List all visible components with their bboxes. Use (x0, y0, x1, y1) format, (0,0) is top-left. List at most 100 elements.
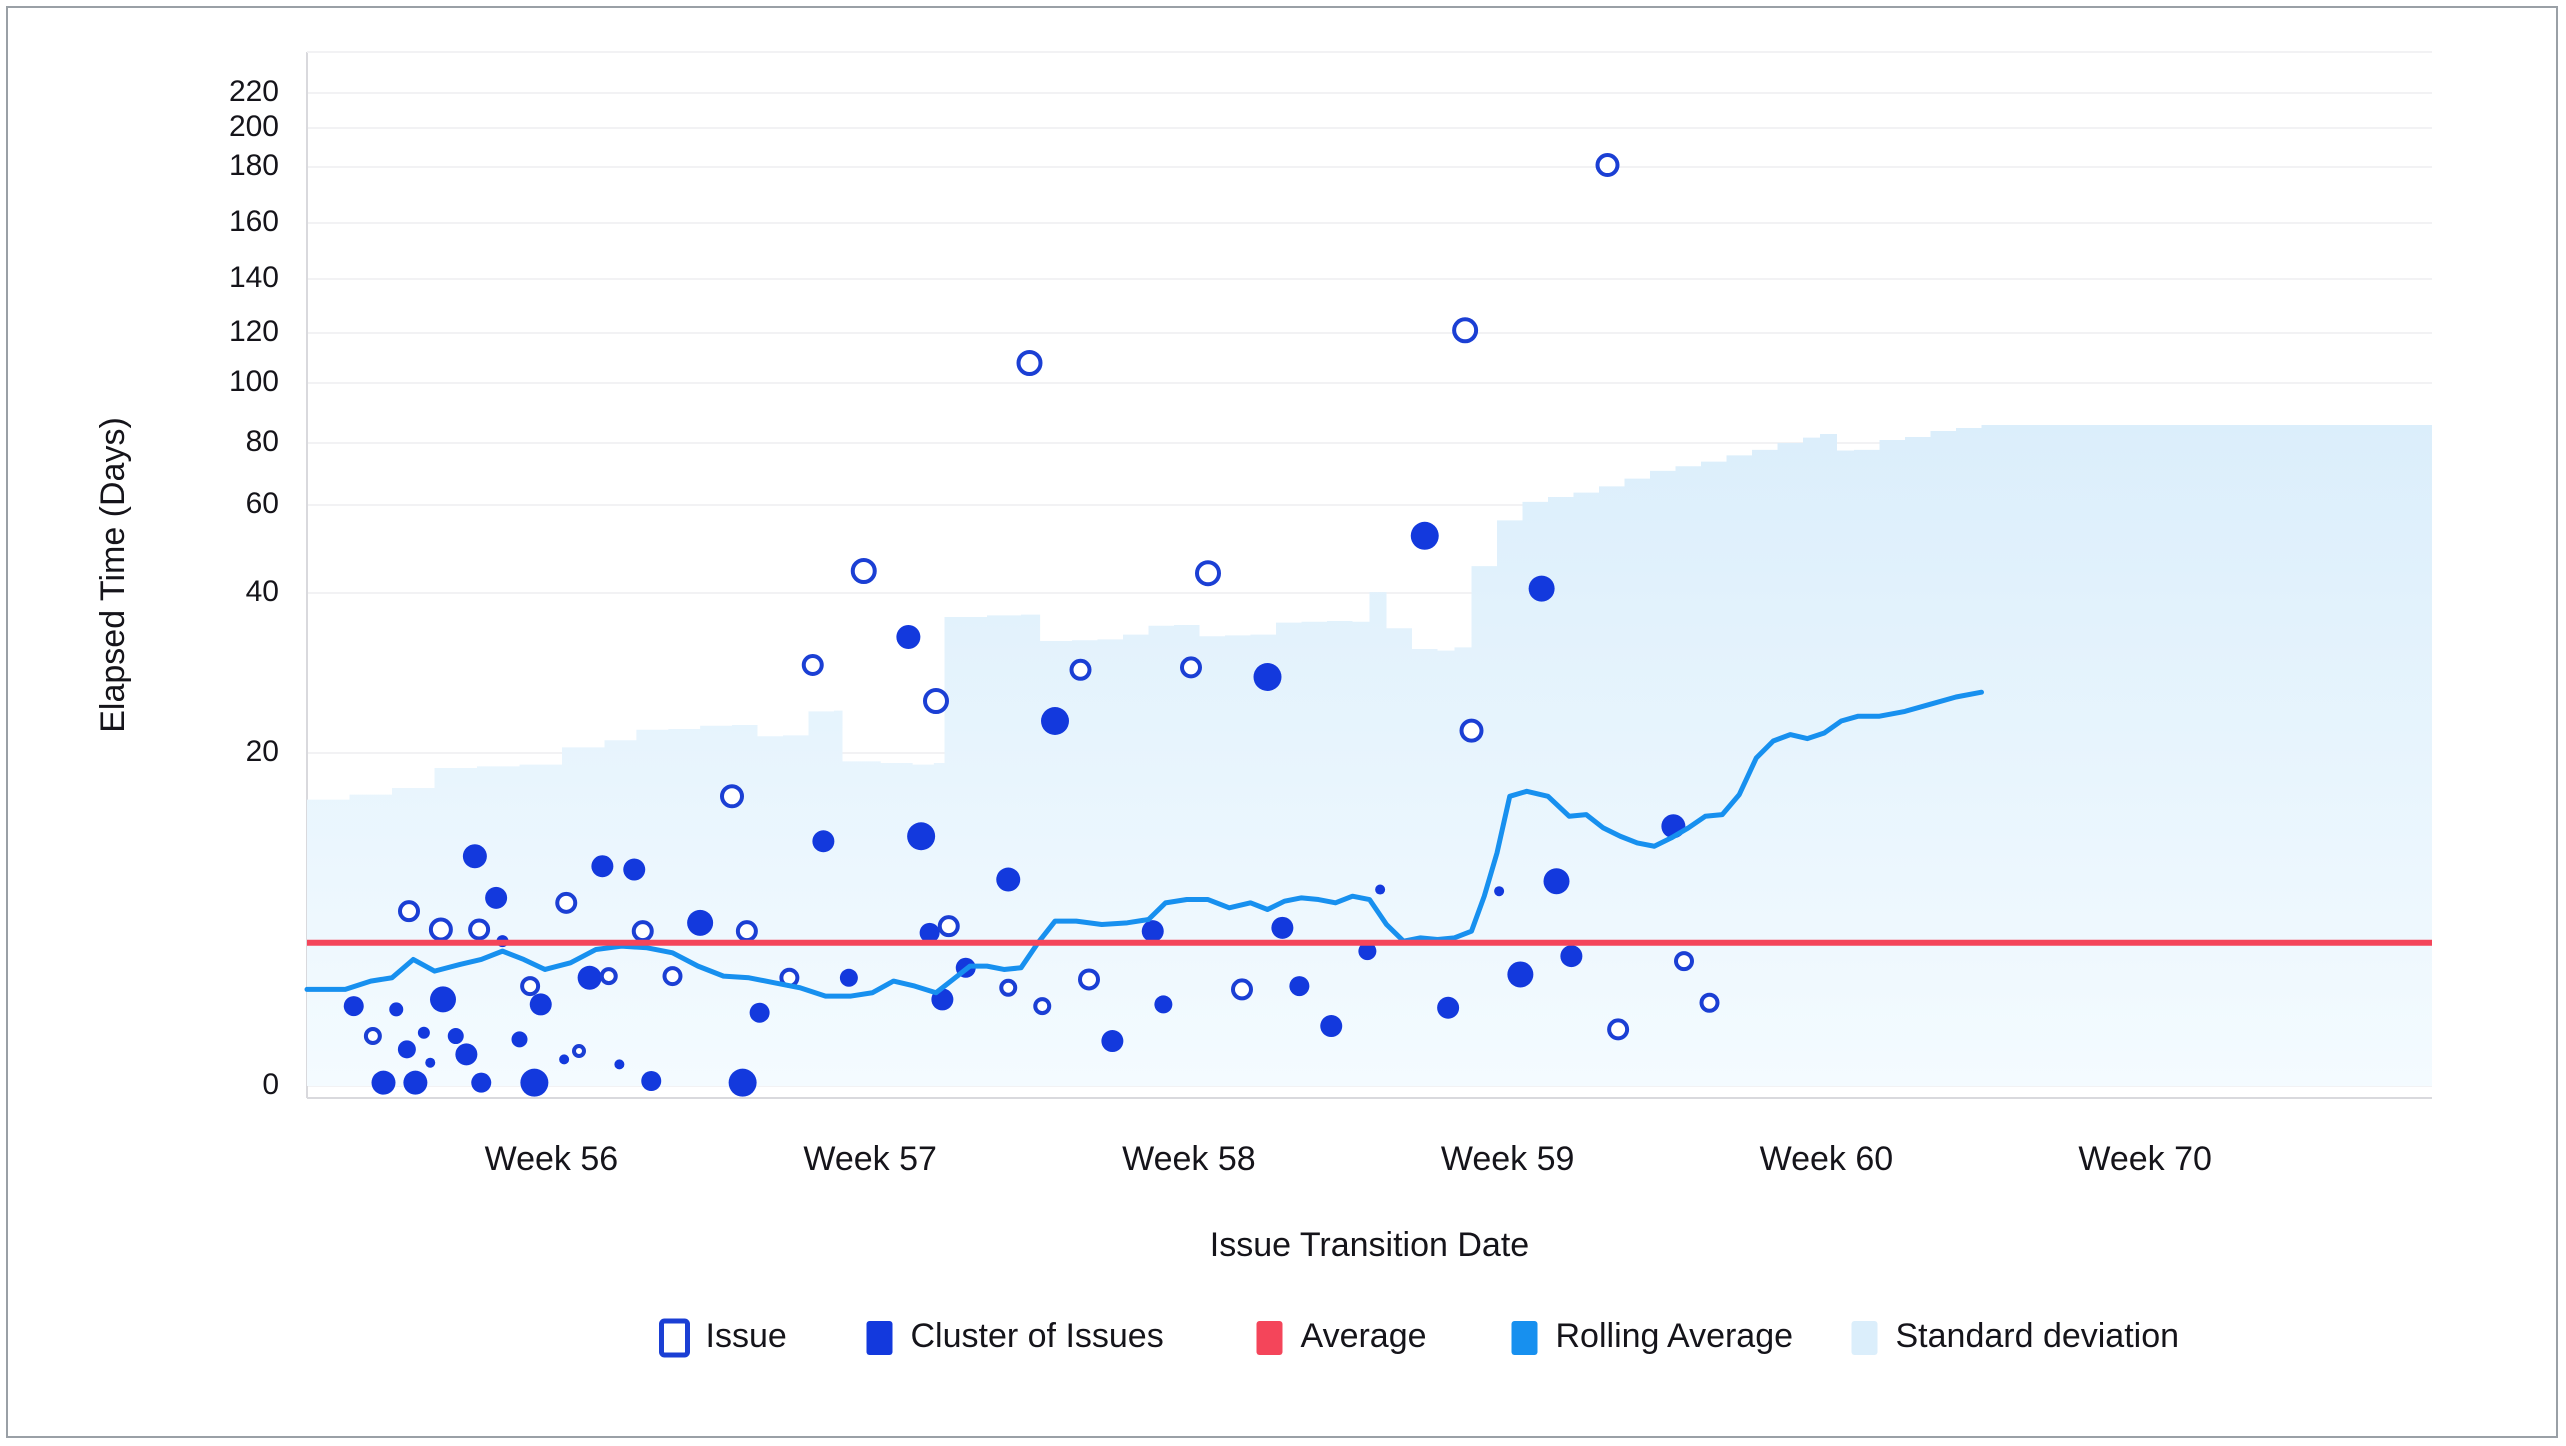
legend-label: Issue (706, 1317, 787, 1355)
issue-point[interactable] (923, 688, 949, 714)
issue-point[interactable] (1033, 997, 1052, 1016)
cluster-point[interactable] (389, 1002, 404, 1017)
y-tick-label: 140 (229, 261, 279, 294)
issue-point[interactable] (720, 784, 744, 809)
cluster-point[interactable] (511, 1031, 528, 1048)
cluster-point[interactable] (1041, 707, 1069, 735)
legend-swatch-average[interactable] (1256, 1321, 1283, 1355)
issue-point[interactable] (1180, 656, 1202, 679)
cluster-point[interactable] (614, 1059, 625, 1070)
cluster-point[interactable] (591, 855, 614, 878)
legend-label: Rolling Average (1556, 1317, 1794, 1355)
cluster-point[interactable] (520, 1068, 549, 1097)
y-tick-label: 180 (229, 149, 279, 182)
issue-point[interactable] (1699, 992, 1720, 1013)
issue-point[interactable] (1016, 350, 1043, 376)
cluster-point[interactable] (1271, 916, 1294, 939)
chart-svg: 020406080100120140160180200220Week 56 Wee… (94, 51, 2432, 1358)
y-tick-label: 60 (246, 487, 279, 520)
cluster-point[interactable] (559, 1054, 570, 1065)
issue-point[interactable] (850, 558, 877, 584)
cluster-point[interactable] (896, 625, 921, 649)
issue-point[interactable] (662, 966, 683, 987)
issue-point[interactable] (468, 918, 491, 941)
legend-label: Standard deviation (1896, 1317, 2180, 1355)
issue-point[interactable] (735, 920, 758, 943)
y-tick-label: 200 (229, 110, 279, 143)
issue-point[interactable] (801, 654, 824, 676)
cluster-point[interactable] (1375, 884, 1386, 895)
x-tick-labels: Week 56 Week 57 Week 58 Week 59 Week 60 Week … (485, 1140, 2212, 1178)
chart-legend: Issue Cluster of Issues Average Rolling Ave… (659, 1317, 2180, 1358)
cluster-point[interactable] (728, 1068, 757, 1097)
cluster-point[interactable] (455, 1043, 478, 1066)
cluster-point[interactable] (1494, 886, 1505, 897)
issue-point[interactable] (999, 978, 1018, 997)
cluster-point[interactable] (471, 1072, 492, 1093)
cluster-point[interactable] (1101, 1030, 1124, 1053)
cluster-point[interactable] (577, 965, 602, 990)
issue-point[interactable] (1459, 718, 1484, 743)
x-axis-title: Issue Transition Date (1210, 1226, 1529, 1264)
issue-point[interactable] (1452, 317, 1479, 344)
cluster-point[interactable] (1560, 945, 1583, 968)
cluster-point[interactable] (623, 858, 646, 881)
issue-point[interactable] (1231, 978, 1253, 1001)
cluster-point[interactable] (425, 1057, 436, 1068)
issue-point[interactable] (631, 920, 654, 943)
issue-point[interactable] (520, 976, 541, 997)
x-tick-label: Week 59 (1441, 1140, 1575, 1178)
cluster-point[interactable] (1507, 961, 1534, 988)
issue-point[interactable] (1069, 658, 1092, 681)
legend-swatch-issue[interactable] (659, 1318, 690, 1358)
cluster-point[interactable] (641, 1071, 662, 1092)
cluster-point[interactable] (749, 1002, 770, 1023)
cluster-point[interactable] (687, 909, 714, 936)
cluster-point[interactable] (462, 844, 487, 869)
cluster-point[interactable] (996, 867, 1021, 892)
issue-point[interactable] (937, 915, 960, 938)
cluster-point[interactable] (1141, 920, 1164, 943)
cluster-point[interactable] (1253, 663, 1282, 691)
cluster-point[interactable] (1437, 996, 1460, 1019)
legend-swatch-rolling-average[interactable] (1511, 1321, 1538, 1355)
cluster-point[interactable] (529, 993, 552, 1016)
cluster-point[interactable] (1410, 521, 1439, 550)
issue-point[interactable] (398, 900, 420, 923)
y-axis-title: Elapsed Time (Days) (94, 417, 132, 733)
cluster-point[interactable] (1320, 1015, 1343, 1038)
cluster-point[interactable] (812, 830, 835, 853)
issue-point[interactable] (1595, 153, 1620, 178)
issue-point[interactable] (1195, 560, 1221, 587)
legend-swatch-cluster-of-issues[interactable] (866, 1321, 893, 1355)
cluster-point[interactable] (1543, 868, 1570, 895)
legend-label: Average (1301, 1317, 1427, 1355)
issue-point[interactable] (1607, 1018, 1630, 1041)
y-tick-label: 40 (246, 575, 279, 608)
x-tick-label: Week 56 (485, 1140, 619, 1178)
legend-swatch-standard-deviation[interactable] (1851, 1321, 1878, 1355)
cluster-point[interactable] (417, 1026, 430, 1039)
cluster-point[interactable] (907, 822, 936, 851)
y-tick-label: 20 (246, 735, 279, 768)
cluster-point[interactable] (485, 886, 508, 909)
cluster-point[interactable] (1528, 575, 1555, 602)
y-tick-labels: 0 20 40 60 80 100 120 140 160 180 200220 (229, 75, 279, 1101)
cluster-point[interactable] (343, 996, 364, 1017)
issue-point[interactable] (599, 967, 618, 986)
cluster-point[interactable] (839, 968, 858, 987)
issue-point[interactable] (1674, 951, 1694, 972)
cluster-point[interactable] (403, 1070, 428, 1095)
issue-point[interactable] (1078, 968, 1100, 991)
cluster-point[interactable] (1289, 976, 1310, 997)
issue-point[interactable] (363, 1027, 382, 1046)
cluster-point[interactable] (447, 1028, 464, 1045)
issue-point[interactable] (572, 1044, 586, 1059)
cluster-point[interactable] (397, 1040, 416, 1059)
cluster-point[interactable] (371, 1070, 396, 1095)
cluster-point[interactable] (430, 986, 456, 1013)
issue-point[interactable] (555, 891, 578, 914)
legend-label: Cluster of Issues (911, 1317, 1164, 1355)
cluster-point[interactable] (1154, 995, 1173, 1014)
issue-point[interactable] (428, 917, 453, 942)
